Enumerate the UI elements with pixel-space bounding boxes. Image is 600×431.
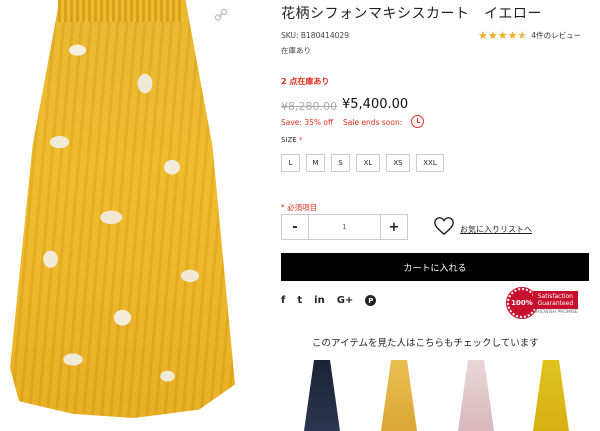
half-star-icon: ★ (517, 29, 528, 42)
wishlist-link[interactable]: お気に入りリストへ (460, 224, 532, 235)
required-note: * 必須項目 (281, 203, 318, 212)
size-option-xs[interactable]: XS (386, 154, 410, 172)
badge-text: Satisfaction Guaranteed CHICWISH PROMISE (533, 291, 578, 315)
product-sku: SKU: B180414029 (281, 31, 349, 40)
pinterest-icon[interactable]: P (365, 295, 377, 306)
size-option-xxl[interactable]: XXL (416, 154, 444, 172)
linkedin-icon[interactable]: in (314, 295, 325, 306)
recommendations-title: このアイテムを見た人はこちらもチェックしています (312, 338, 539, 349)
badge-subtext: CHICWISH PROMISE (533, 310, 578, 315)
badge-line-2: Guaranteed (537, 300, 574, 307)
link-icon[interactable] (214, 8, 228, 22)
rating-stars: ★ ★ ★ ★ ★ (478, 30, 527, 41)
stock-remaining: 2 点在庫あり (281, 77, 330, 86)
size-option-m[interactable]: M (306, 154, 325, 172)
star-icon: ★ (478, 29, 488, 42)
size-label: SIZE * (281, 136, 302, 144)
social-share: f t in G+ P (281, 295, 388, 306)
heart-icon[interactable] (433, 216, 455, 236)
quantity-stepper: - 1 + (281, 214, 408, 240)
star-icon: ★ (497, 29, 508, 42)
product-image[interactable] (0, 0, 245, 431)
skirt-waistband (58, 0, 184, 22)
stock-status: 在庫あり (281, 46, 311, 55)
badge-ribbon: Satisfaction Guaranteed (533, 291, 578, 309)
sale-price: ¥5,400.00 (342, 97, 409, 112)
add-to-cart-button[interactable]: カートに入れる (281, 253, 589, 281)
review-count-link[interactable]: 4件のレビュー (531, 30, 581, 41)
quantity-input[interactable]: 1 (309, 215, 380, 239)
recommended-product-2[interactable] (381, 360, 417, 431)
google-plus-icon[interactable]: G+ (337, 295, 354, 306)
size-option-s[interactable]: S (331, 154, 350, 172)
sale-ends-label: Sale ends soon: (343, 118, 403, 127)
size-options: L M S XL XS XXL (281, 154, 450, 172)
quantity-increase-button[interactable]: + (380, 215, 407, 239)
recommended-product-1[interactable] (304, 360, 340, 431)
size-option-xl[interactable]: XL (356, 154, 380, 172)
original-price: ¥8,280.00 (281, 100, 337, 113)
badge-line-1: Satisfaction (537, 293, 573, 300)
facebook-icon[interactable]: f (281, 295, 285, 306)
skirt-illustration (10, 0, 235, 418)
rating[interactable]: ★ ★ ★ ★ ★ 4件のレビュー (478, 30, 581, 41)
recommended-product-4[interactable] (533, 360, 569, 431)
product-title: 花柄シフォンマキシスカート イエロー (281, 6, 542, 22)
star-icon: ★ (507, 29, 518, 42)
satisfaction-badge: 100% Satisfaction Guaranteed CHICWISH PR… (506, 287, 578, 319)
twitter-icon[interactable]: t (297, 295, 302, 306)
required-marker: * (298, 136, 303, 144)
quantity-decrease-button[interactable]: - (282, 215, 309, 239)
star-icon: ★ (487, 29, 498, 42)
discount-label: Save: 35% off (281, 118, 334, 127)
size-label-text: SIZE (281, 136, 297, 144)
clock-icon (411, 115, 424, 128)
recommended-product-3[interactable] (458, 360, 494, 431)
size-option-l[interactable]: L (281, 154, 300, 172)
